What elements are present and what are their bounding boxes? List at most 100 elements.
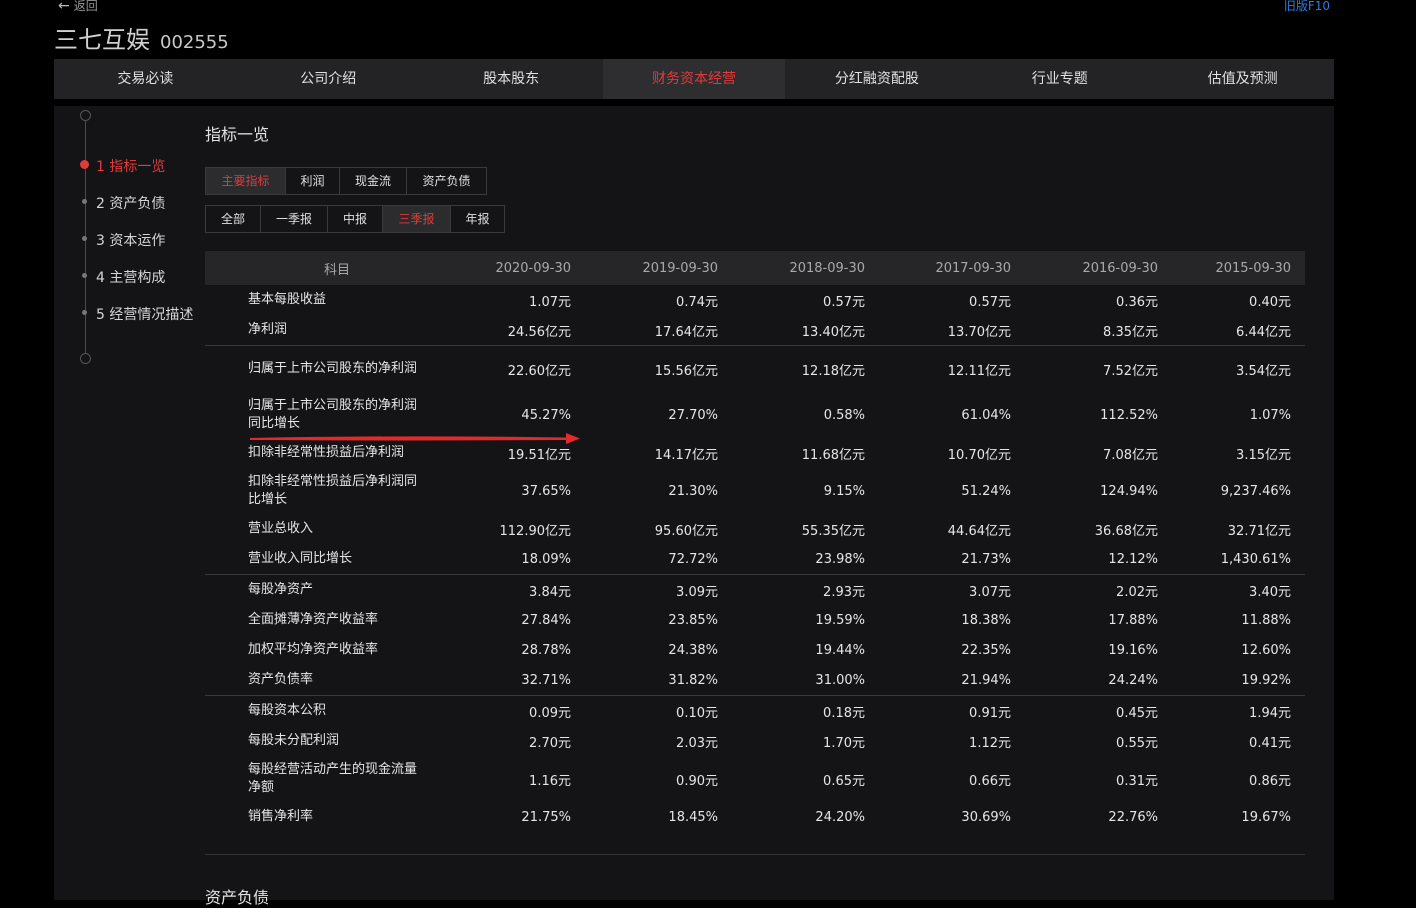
row-label: 资产负债率 [248,672,314,687]
page-title: 三七互娱 002555 [54,20,229,55]
row-value: 3.84元 [529,584,571,600]
tab-period-midyear[interactable]: 中报 [328,206,383,232]
report-type-tabs: 主要指标 利润 现金流 资产负债 [205,167,487,195]
row-value: 17.88% [1108,612,1158,628]
table-row: 净利润 24.56亿元 17.64亿元 13.40亿元 13.70亿元 8.35亿元 6.4… [205,315,1305,345]
table-row: 加权平均净资产收益率 28.78% 24.38% 19.44% 22.35% 19.16%… [205,635,1305,665]
row-label: 扣除非经常性损益后净利润同比增长 [248,474,418,507]
table-bottom-divider [205,854,1305,855]
row-label: 加权平均净资产收益率 [248,642,379,657]
tab-balance-sheet[interactable]: 资产负债 [407,168,486,194]
row-value: 31.82% [668,672,718,688]
table-row: 每股经营活动产生的现金流量净额 1.16元 0.90元 0.65元 0.66元 0.31元… [205,756,1305,802]
row-value: 51.24% [961,483,1011,499]
sidebar-item-capital[interactable]: 3 资本运作 [96,230,165,250]
row-value: 14.17亿元 [654,447,718,463]
row-value: 32.71% [521,672,571,688]
row-value: 10.70亿元 [947,447,1011,463]
row-value: 21.75% [521,809,571,825]
row-value: 19.67% [1241,809,1291,825]
table-body: 基本每股收益 1.07元 0.74元 0.57元 0.57元 0.36元 0.40元 净利润 2… [205,285,1305,832]
row-value: 13.70亿元 [947,324,1011,340]
row-value: 0.58% [823,407,865,423]
row-value: 0.57元 [823,294,865,310]
row-value: 12.60% [1241,642,1291,658]
row-value: 0.31元 [1116,773,1158,789]
tab-profit[interactable]: 利润 [286,168,340,194]
row-value: 9,237.46% [1220,483,1291,499]
tab-company-intro[interactable]: 公司介绍 [237,59,420,99]
row-value: 30.69% [961,809,1011,825]
sidebar-item-indicators[interactable]: 1 指标一览 [96,156,165,176]
header-date: 2015-09-30 [1215,260,1291,276]
row-value: 1.70元 [823,735,865,751]
row-value: 12.11亿元 [947,363,1011,379]
tab-finance[interactable]: 财务资本经营 [602,59,786,99]
tab-dividends[interactable]: 分红融资配股 [785,59,968,99]
table-row: 归属于上市公司股东的净利润 22.60亿元 15.56亿元 12.18亿元 12.11亿… [205,345,1305,392]
row-value: 0.55元 [1116,735,1158,751]
tab-period-q3[interactable]: 三季报 [383,206,451,232]
row-value: 6.44亿元 [1236,324,1291,340]
row-value: 7.08亿元 [1103,447,1158,463]
table-row: 销售净利率 21.75% 18.45% 24.20% 30.69% 22.76% 19.67… [205,802,1305,832]
tab-period-all[interactable]: 全部 [206,206,261,232]
table-row: 营业收入同比增长 18.09% 72.72% 23.98% 21.73% 12.12% 1,… [205,544,1305,574]
row-value: 24.56亿元 [507,324,571,340]
content-panel: 1 指标一览 2 资产负债 3 资本运作 4 主营构成 5 经营情况描述 指标一… [54,106,1334,907]
table-row: 全面摊薄净资产收益率 27.84% 23.85% 19.59% 18.38% 17.88%… [205,605,1305,635]
row-value: 19.44% [815,642,865,658]
back-link[interactable]: ← 返回 [58,0,98,14]
tab-industry[interactable]: 行业专题 [968,59,1151,99]
row-value: 19.92% [1241,672,1291,688]
row-value: 3.54亿元 [1236,363,1291,379]
row-value: 0.66元 [969,773,1011,789]
row-value: 31.00% [815,672,865,688]
row-value: 15.56亿元 [654,363,718,379]
row-value: 37.65% [521,483,571,499]
table-row: 营业总收入 112.90亿元 95.60亿元 55.35亿元 44.64亿元 36.68亿… [205,514,1305,544]
row-value: 18.45% [668,809,718,825]
row-value: 19.59% [815,612,865,628]
row-value: 18.09% [521,551,571,567]
row-value: 36.68亿元 [1094,523,1158,539]
row-label: 每股资本公积 [248,703,327,718]
tab-period-q1[interactable]: 一季报 [261,206,328,232]
row-label: 净利润 [248,322,288,337]
indicator-table: 科目 2020-09-30 2019-09-30 2018-09-30 2017… [205,251,1305,832]
row-label: 每股经营活动产生的现金流量净额 [248,762,418,795]
table-row: 每股资本公积 0.09元 0.10元 0.18元 0.91元 0.45元 1.94元 [205,695,1305,726]
row-value: 72.72% [668,551,718,567]
period-tabs: 全部 一季报 中报 三季报 年报 [205,205,505,233]
row-value: 27.84% [521,612,571,628]
row-value: 12.18亿元 [801,363,865,379]
row-value: 3.40元 [1249,584,1291,600]
sidebar-item-business[interactable]: 4 主营构成 [96,267,165,287]
row-value: 2.70元 [529,735,571,751]
tab-cashflow[interactable]: 现金流 [340,168,407,194]
tab-period-annual[interactable]: 年报 [451,206,504,232]
row-value: 3.15亿元 [1236,447,1291,463]
sidebar-item-operations[interactable]: 5 经营情况描述 [96,304,193,324]
row-value: 17.64亿元 [654,324,718,340]
timeline-start-circle [80,110,91,121]
sidebar-dot [82,236,87,241]
tab-main-indicators[interactable]: 主要指标 [206,168,286,194]
sidebar-dot-active [80,160,89,169]
table-row: 每股未分配利润 2.70元 2.03元 1.70元 1.12元 0.55元 0.41元 [205,726,1305,756]
header-date: 2017-09-30 [935,260,1011,276]
row-value: 24.38% [668,642,718,658]
row-value: 0.40元 [1249,294,1291,310]
old-version-link[interactable]: 旧版F10 [1284,0,1330,14]
tab-shareholders[interactable]: 股本股东 [420,59,603,99]
row-value: 8.35亿元 [1103,324,1158,340]
row-value: 1.94元 [1249,705,1291,721]
row-value: 95.60亿元 [654,523,718,539]
row-value: 18.38% [961,612,1011,628]
row-value: 27.70% [668,407,718,423]
row-label: 营业总收入 [248,521,314,536]
tab-trading-guide[interactable]: 交易必读 [54,59,237,99]
row-value: 55.35亿元 [801,523,865,539]
sidebar-item-balance[interactable]: 2 资产负债 [96,193,165,213]
tab-valuation[interactable]: 估值及预测 [1151,59,1334,99]
